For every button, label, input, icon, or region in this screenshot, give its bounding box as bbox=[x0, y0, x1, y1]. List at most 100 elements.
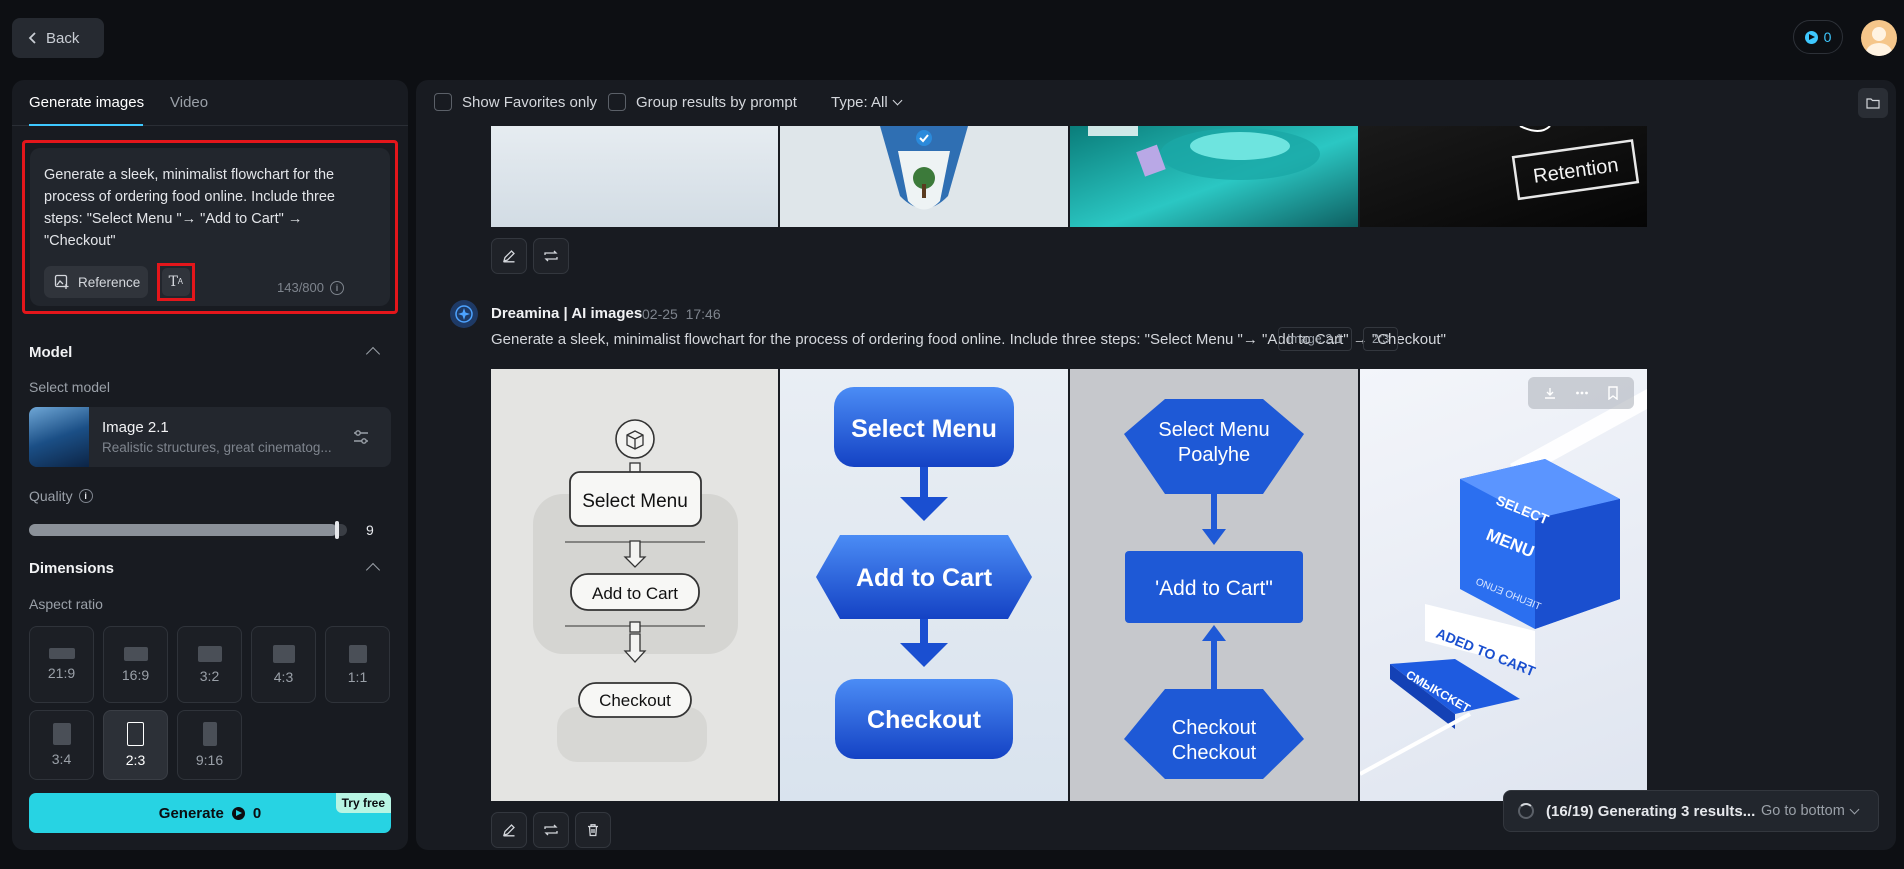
result-image[interactable]: Select Menu Add to Cart Checkout bbox=[491, 369, 778, 801]
message-timestamp: 02-25 17:46 bbox=[642, 306, 721, 322]
checkbox[interactable] bbox=[608, 93, 626, 111]
credits-count: 0 bbox=[1823, 29, 1832, 45]
message-time: 17:46 bbox=[685, 306, 721, 322]
step-label: Add to Cart bbox=[592, 584, 678, 603]
regenerate-button[interactable] bbox=[533, 238, 569, 274]
result-image[interactable] bbox=[1070, 126, 1358, 227]
result-image[interactable]: Select Menu Add to Cart Checkout bbox=[780, 369, 1068, 801]
checkbox[interactable] bbox=[434, 93, 452, 111]
quality-label-row: Quality i bbox=[29, 488, 93, 504]
ratio-16-9[interactable]: 16:9 bbox=[103, 626, 168, 703]
result-image[interactable]: Retention bbox=[1360, 126, 1647, 227]
generate-label: Generate bbox=[158, 804, 224, 822]
ratio-label: 2:3 bbox=[125, 752, 146, 768]
generation-progress-toast: (16/19) Generating 3 results... Go to bo… bbox=[1503, 790, 1879, 832]
generate-button[interactable]: Generate 0 Try free bbox=[29, 793, 391, 833]
image-hover-toolbar bbox=[1528, 377, 1634, 409]
quality-slider-handle[interactable] bbox=[335, 521, 340, 539]
regenerate-button[interactable] bbox=[533, 812, 569, 848]
ratio-4-3[interactable]: 4:3 bbox=[251, 626, 316, 703]
tab-video[interactable]: Video bbox=[170, 94, 208, 111]
message-date: 02-25 bbox=[642, 306, 678, 322]
edit-button[interactable] bbox=[491, 812, 527, 848]
download-icon[interactable] bbox=[1543, 386, 1557, 400]
step-label: Checkout bbox=[1172, 742, 1257, 764]
prompt-area[interactable]: Generate a sleek, minimalist flowchart f… bbox=[30, 148, 390, 306]
char-counter: 143/800 i bbox=[277, 280, 344, 295]
result-image[interactable]: Select Menu Poalyhe 'Add to Cart" Checko… bbox=[1070, 369, 1358, 801]
dreamina-avatar bbox=[450, 300, 478, 328]
ratio-shape-icon bbox=[272, 644, 295, 663]
ratio-21-9[interactable]: 21:9 bbox=[29, 626, 94, 703]
hexagon-flowchart: Select Menu Poalyhe 'Add to Cart" Checko… bbox=[1124, 399, 1304, 779]
chalk-sign-illustration: Retention bbox=[1511, 126, 1640, 201]
step-label: Checkout bbox=[1172, 717, 1257, 739]
chevron-down-icon bbox=[1849, 804, 1860, 814]
result-image[interactable]: SELECT MENU ONUƎ OHUƎIT ADED TO CART CMЫ… bbox=[1360, 369, 1647, 801]
ratio-9-16[interactable]: 9:16 bbox=[177, 710, 242, 780]
quality-value: 9 bbox=[366, 522, 374, 538]
text-style-button[interactable]: TᎪ bbox=[157, 263, 195, 301]
progress-status: (16/19) Generating 3 results... bbox=[1546, 802, 1756, 820]
step-label: Checkout bbox=[867, 706, 982, 734]
model-name: Image 2.1 bbox=[102, 419, 169, 436]
group-by-prompt-toggle[interactable]: Group results by prompt bbox=[608, 93, 797, 111]
info-icon[interactable]: i bbox=[330, 280, 344, 295]
ratio-shape-icon bbox=[197, 645, 222, 662]
chevron-down-icon bbox=[892, 95, 903, 106]
quality-info-icon[interactable]: i bbox=[78, 489, 93, 503]
credit-coin-icon bbox=[231, 806, 245, 820]
go-to-bottom-button[interactable]: Go to bottom bbox=[1761, 803, 1860, 819]
credits-badge[interactable]: 0 bbox=[1793, 20, 1843, 54]
folder-button[interactable] bbox=[1858, 88, 1888, 118]
generation-panel: Generate images Video Generate a sleek, … bbox=[12, 80, 408, 850]
model-tag: Image 2.1 bbox=[1278, 327, 1352, 351]
ratio-shape-icon bbox=[48, 648, 75, 659]
more-icon[interactable] bbox=[1575, 386, 1589, 400]
retention-text: Retention bbox=[1532, 154, 1620, 188]
pencil-icon bbox=[503, 824, 515, 837]
isometric-flowchart: SELECT MENU ONUƎ OHUƎIT ADED TO CART CMЫ… bbox=[1360, 389, 1647, 776]
result-image[interactable] bbox=[780, 126, 1068, 227]
select-model-label: Select model bbox=[29, 379, 110, 395]
prompt-input[interactable]: Generate a sleek, minimalist flowchart f… bbox=[44, 164, 374, 252]
result-image[interactable] bbox=[491, 126, 778, 227]
ratio-shape-icon bbox=[202, 722, 217, 746]
credit-coin-icon bbox=[1804, 30, 1818, 44]
settings-sliders-icon[interactable] bbox=[352, 428, 370, 446]
edit-button[interactable] bbox=[491, 238, 527, 274]
step-label: Checkout bbox=[599, 691, 671, 710]
back-button[interactable]: Back bbox=[12, 18, 104, 58]
active-tab-indicator bbox=[29, 124, 143, 126]
chevron-up-icon[interactable] bbox=[365, 562, 381, 578]
chevron-up-icon[interactable] bbox=[365, 346, 381, 362]
sketch-flowchart: Select Menu Add to Cart Checkout bbox=[533, 419, 738, 762]
step-label: Select Menu bbox=[582, 491, 688, 512]
reference-button[interactable]: Reference bbox=[44, 266, 148, 298]
text-style-icon: TᎪ bbox=[162, 268, 190, 296]
user-avatar[interactable] bbox=[1861, 20, 1897, 56]
quality-slider[interactable] bbox=[29, 521, 347, 539]
model-thumbnail bbox=[29, 407, 89, 467]
model-selector[interactable]: Image 2.1 Realistic structures, great ci… bbox=[29, 407, 391, 467]
ratio-2-3[interactable]: 2:3 bbox=[103, 710, 168, 780]
tab-generate-images[interactable]: Generate images bbox=[29, 94, 144, 111]
ratio-tag: 2:3 bbox=[1363, 327, 1399, 351]
ratio-1-1[interactable]: 1:1 bbox=[325, 626, 390, 703]
folder-icon bbox=[1866, 98, 1880, 109]
ratio-label: 21:9 bbox=[47, 665, 76, 681]
delete-button[interactable] bbox=[575, 812, 611, 848]
quality-label: Quality bbox=[29, 488, 73, 504]
ratio-label: 9:16 bbox=[195, 752, 224, 768]
trash-icon bbox=[588, 824, 598, 837]
try-free-badge: Try free bbox=[335, 793, 391, 813]
char-count: 143/800 bbox=[277, 280, 324, 295]
glossy-flowchart: Select Menu Add to Cart Checkout bbox=[816, 387, 1032, 759]
ratio-3-4[interactable]: 3:4 bbox=[29, 710, 94, 780]
type-filter-dropdown[interactable]: Type: All bbox=[831, 94, 903, 111]
ratio-3-2[interactable]: 3:2 bbox=[177, 626, 242, 703]
bookmark-icon[interactable] bbox=[1607, 386, 1619, 400]
teal-platform-illustration bbox=[1088, 126, 1320, 180]
top-bar: Back 0 bbox=[0, 0, 1904, 78]
show-favorites-toggle[interactable]: Show Favorites only bbox=[434, 93, 597, 111]
